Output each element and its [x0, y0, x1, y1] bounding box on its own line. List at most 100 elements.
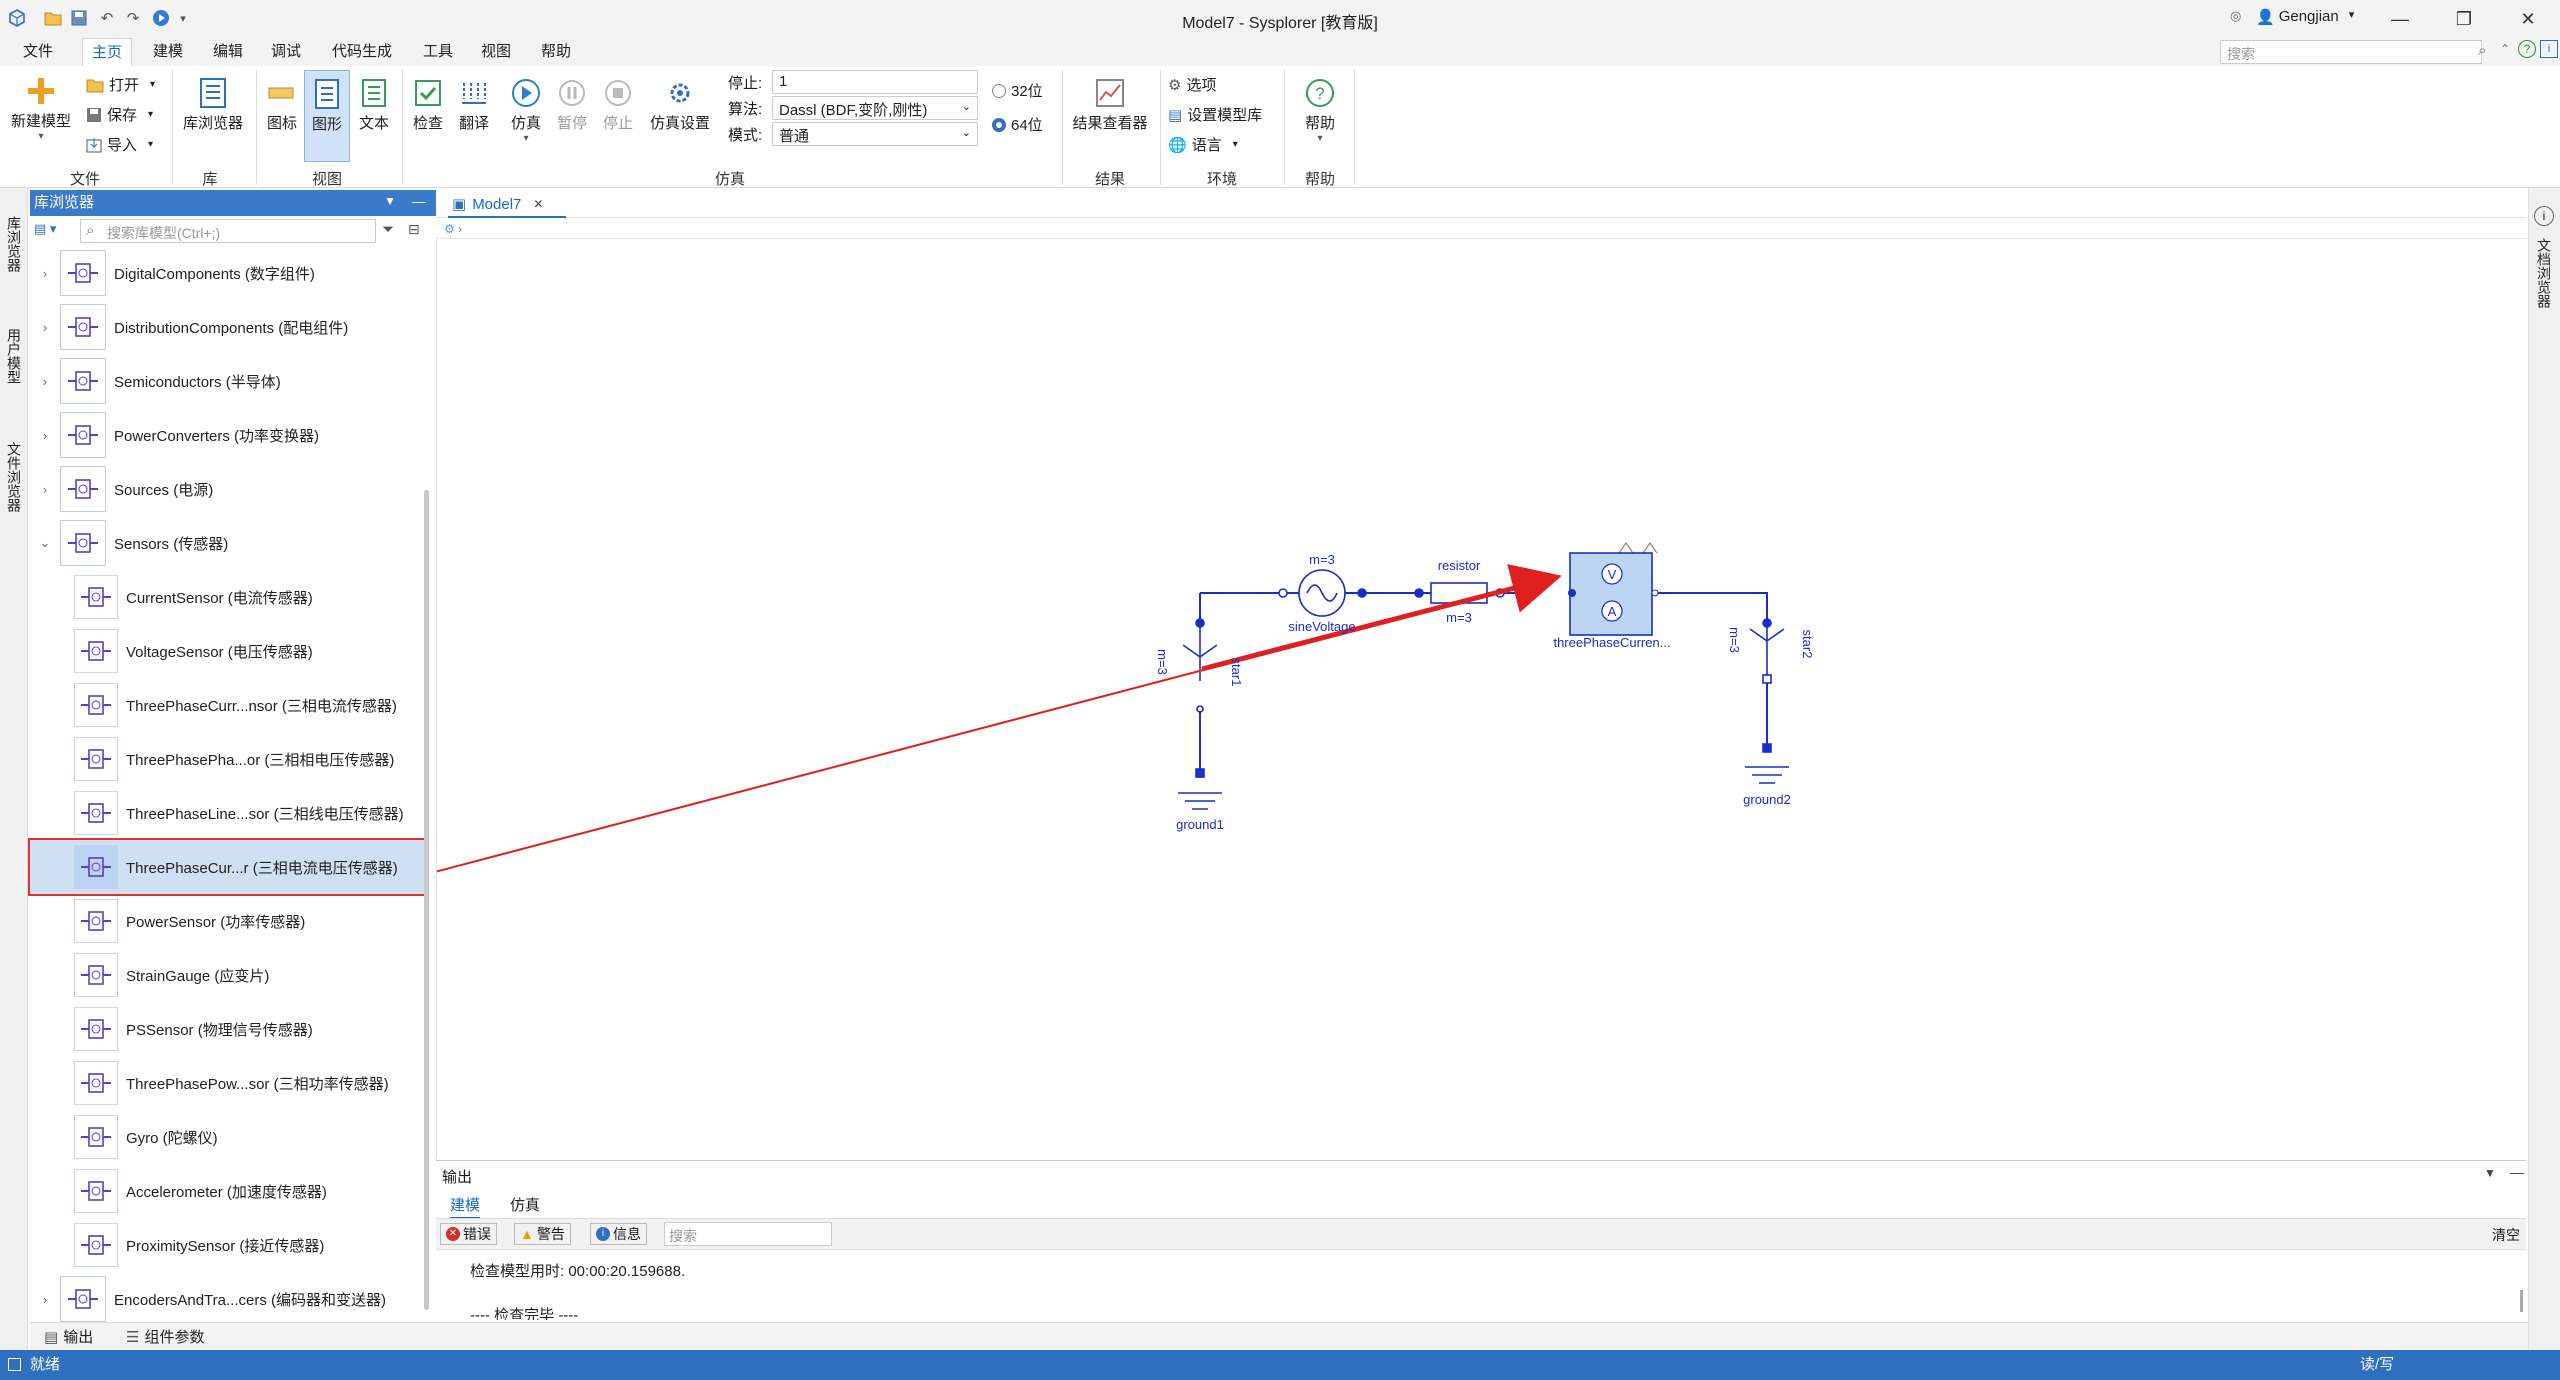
library-search-input[interactable]: 搜索库模型(Ctrl+;) — [80, 219, 376, 243]
info-box-icon[interactable]: i — [2540, 40, 2558, 58]
chevron-down-icon[interactable]: ⌄ — [30, 535, 60, 551]
menu-modeling[interactable]: 建模 — [144, 38, 192, 66]
minimize-button[interactable]: — — [2370, 0, 2430, 38]
close-button[interactable]: ✕ — [2498, 0, 2558, 38]
ribbon-collapse-icon[interactable]: ⌃ — [2500, 42, 2510, 56]
help-button[interactable]: ? 帮助 ▾ — [1292, 74, 1348, 144]
stop-button[interactable]: 停止 — [596, 74, 640, 133]
pause-icon — [553, 74, 591, 112]
algorithm-select[interactable]: Dassl (BDF,变阶,刚性) ⌄ — [772, 96, 978, 120]
library-view-mode-icon[interactable]: ▤ ▾ — [34, 221, 72, 241]
library-tree-child-item[interactable]: StrainGauge (应变片) — [30, 948, 420, 1002]
library-tree-item[interactable]: › Semiconductors (半导体) — [30, 354, 420, 408]
menu-codegen[interactable]: 代码生成 — [324, 38, 400, 66]
library-tree-child-item[interactable]: ThreePhaseCurr...nsor (三相电流传感器) — [30, 678, 420, 732]
diagram-canvas[interactable]: m=3 sineVoltage resistor m=3 V A threePh… — [436, 238, 2526, 1158]
library-tree-child-item[interactable]: ThreePhaseCur...r (三相电流电压传感器) — [28, 838, 426, 896]
panel-menu-icon[interactable]: ▼ — [384, 194, 396, 208]
side-tab-user-models-label: 用户模型 — [6, 328, 22, 384]
library-tree-child-item[interactable]: ThreePhasePha...or (三相相电压传感器) — [30, 732, 420, 786]
output-tab-modeling[interactable]: 建模 — [450, 1194, 481, 1219]
menu-home[interactable]: 主页 — [82, 38, 132, 66]
chevron-right-icon[interactable]: › — [30, 428, 60, 443]
collapse-all-icon[interactable]: ⊟ — [408, 221, 420, 238]
chevron-right-icon[interactable]: › — [30, 266, 60, 281]
bottom-tab-bar — [30, 1322, 2528, 1350]
menu-debug[interactable]: 调试 — [262, 38, 310, 66]
language-button[interactable]: 🌐 语言 ▾ — [1168, 134, 1238, 155]
open-button[interactable]: 打开 ▾ — [86, 74, 155, 95]
close-icon[interactable]: ✕ — [533, 197, 543, 211]
library-tree-item[interactable]: › Sources (电源) — [30, 462, 420, 516]
side-tab-user-models[interactable]: 用户模型 — [2, 308, 26, 404]
set-library-button[interactable]: ▤ 设置模型库 — [1168, 104, 1262, 125]
chevron-right-icon[interactable]: › — [30, 482, 60, 497]
library-tree-item[interactable]: › DigitalComponents (数字组件) — [30, 246, 420, 300]
library-tree-child-item[interactable]: PowerSensor (功率传感器) — [30, 894, 420, 948]
library-tree-child-item[interactable]: ThreePhaseLine...sor (三相线电压传感器) — [30, 786, 420, 840]
maximize-button[interactable]: ❐ — [2434, 0, 2494, 38]
help-circle-icon[interactable]: ? — [2518, 40, 2536, 58]
icon-view-button[interactable]: 图标 — [260, 74, 304, 133]
bottom-tab-output[interactable]: ▤ 输出 — [44, 1326, 93, 1347]
library-tree-child-item[interactable]: CurrentSensor (电流传感器) — [30, 570, 420, 624]
text-view-button[interactable]: 文本 — [352, 74, 396, 133]
menu-view[interactable]: 视图 — [472, 38, 520, 66]
stop-time-input[interactable]: 1 — [772, 70, 978, 94]
library-browser-button[interactable]: 库浏览器 — [176, 74, 250, 133]
library-tree-item[interactable]: › PowerConverters (功率变换器) — [30, 408, 420, 462]
check-button[interactable]: 检查 — [406, 74, 450, 133]
panel-minimize-icon[interactable]: — — [2510, 1164, 2524, 1180]
library-tree-child-item[interactable]: VoltageSensor (电压传感器) — [30, 624, 420, 678]
chevron-right-icon[interactable]: › — [30, 1292, 60, 1307]
filter-warning-button[interactable]: ▲ 警告 — [514, 1223, 571, 1245]
panel-menu-icon[interactable]: ▼ — [2484, 1166, 2496, 1180]
side-tab-doc-browser[interactable]: 文档浏览器 — [2532, 228, 2556, 318]
library-tree-child-item[interactable]: Gyro (陀螺仪) — [30, 1110, 420, 1164]
global-search-input[interactable]: 搜索 — [2220, 40, 2482, 64]
globe-icon[interactable]: ◎ — [2230, 8, 2241, 24]
output-tab-simulation[interactable]: 仿真 — [510, 1194, 540, 1215]
simulate-button[interactable]: 仿真 ▾ — [504, 74, 548, 144]
options-button[interactable]: ⚙ 选项 — [1168, 74, 1216, 95]
result-viewer-button[interactable]: 结果查看器 — [1066, 74, 1154, 133]
user-menu[interactable]: 👤 Gengjian ▾ — [2256, 8, 2354, 26]
radio-64bit[interactable]: 64位 — [992, 114, 1043, 135]
library-tree-child-item[interactable]: ProximitySensor (接近传感器) — [30, 1218, 420, 1272]
translate-button[interactable]: 翻译 — [452, 74, 496, 133]
tab-model7[interactable]: ▣ Model7 ✕ — [448, 192, 566, 218]
panel-minimize-icon[interactable]: — — [412, 193, 426, 209]
pause-button[interactable]: 暂停 — [550, 74, 594, 133]
import-button[interactable]: 导入 ▾ — [86, 134, 153, 155]
library-tree-child-item[interactable]: Accelerometer (加速度传感器) — [30, 1164, 420, 1218]
new-model-button[interactable]: 新建模型 ▾ — [8, 72, 74, 142]
menu-help[interactable]: 帮助 — [532, 38, 580, 66]
library-scrollbar[interactable] — [424, 490, 429, 1310]
diagram-view-button[interactable]: 图形 — [304, 70, 350, 162]
save-button[interactable]: 保存 ▾ — [86, 104, 153, 125]
library-tree-child-item[interactable]: PSSensor (物理信号传感器) — [30, 1002, 420, 1056]
breadcrumb[interactable]: ⚙ › — [444, 222, 462, 236]
menu-edit[interactable]: 编辑 — [204, 38, 252, 66]
library-tree-item[interactable]: ⌄ Sensors (传感器) — [30, 516, 420, 570]
library-tree-item[interactable]: › DistributionComponents (配电组件) — [30, 300, 420, 354]
output-scrollbar[interactable] — [2520, 1290, 2523, 1312]
search-icon[interactable]: ⌕ — [2478, 42, 2486, 59]
library-tree-child-item[interactable]: ThreePhasePow...sor (三相功率传感器) — [30, 1056, 420, 1110]
filter-info-button[interactable]: i 信息 — [590, 1223, 647, 1245]
clear-button[interactable]: 清空 — [2492, 1225, 2520, 1245]
menu-tools[interactable]: 工具 — [414, 38, 462, 66]
side-tab-library-browser[interactable]: 库浏览器 — [2, 196, 26, 292]
output-search-input[interactable]: 搜索 — [664, 1222, 832, 1246]
mode-select[interactable]: 普通 ⌄ — [772, 122, 978, 146]
chevron-right-icon[interactable]: › — [30, 374, 60, 389]
filter-icon[interactable]: ⏷ — [382, 221, 394, 238]
library-tree-item[interactable]: › EncodersAndTra...cers (编码器和变送器) — [30, 1272, 420, 1326]
menu-file[interactable]: 文件 — [14, 38, 62, 66]
side-tab-file-browser[interactable]: 文件浏览器 — [2, 422, 26, 532]
radio-32bit[interactable]: 32位 — [992, 80, 1043, 101]
bottom-tab-params[interactable]: ☰ 组件参数 — [126, 1326, 204, 1347]
sim-settings-button[interactable]: 仿真设置 — [644, 74, 716, 133]
chevron-right-icon[interactable]: › — [30, 320, 60, 335]
filter-error-button[interactable]: ✕ 错误 — [440, 1223, 497, 1245]
